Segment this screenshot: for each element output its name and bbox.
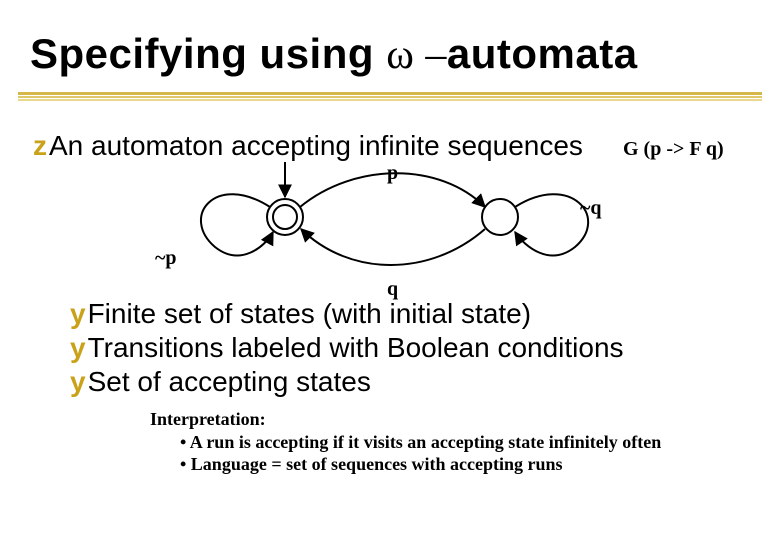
label-p: p xyxy=(387,162,398,185)
interpretation-line-2: • Language = set of sequences with accep… xyxy=(180,453,661,476)
interpretation-heading: Interpretation: xyxy=(150,408,661,431)
title-underline xyxy=(18,92,762,102)
title-pre: Specifying using xyxy=(30,30,386,77)
bullet-marker-y: y xyxy=(70,332,86,363)
title-omega: ω – xyxy=(386,32,447,78)
slide-title: Specifying using ω –automata xyxy=(30,30,638,79)
formula-text: G (p -> F q) xyxy=(623,138,724,161)
label-not-q: ~q xyxy=(580,197,602,220)
bullet-y-3-text: Set of accepting states xyxy=(88,366,371,397)
bullet-y-1-text: Finite set of states (with initial state… xyxy=(88,298,532,329)
title-post: automata xyxy=(447,30,638,77)
bullet-marker-z: z xyxy=(33,130,47,161)
interpretation-line-1: • A run is accepting if it visits an acc… xyxy=(180,431,661,454)
bullet-y-2: yTransitions labeled with Boolean condit… xyxy=(70,332,624,364)
bullet-marker-y: y xyxy=(70,366,86,397)
bullet-marker-y: y xyxy=(70,298,86,329)
bullet-y-2-text: Transitions labeled with Boolean conditi… xyxy=(88,332,624,363)
interpretation-block: Interpretation: • A run is accepting if … xyxy=(150,408,661,476)
bullet-y-3: ySet of accepting states xyxy=(70,366,371,398)
bullet-y-1: yFinite set of states (with initial stat… xyxy=(70,298,531,330)
label-not-p: ~p xyxy=(155,247,177,270)
bullet-main: zAn automaton accepting infinite sequenc… xyxy=(33,130,583,162)
slide: Specifying using ω –automata zAn automat… xyxy=(0,0,780,540)
bullet-main-text: An automaton accepting infinite sequence… xyxy=(49,130,583,161)
automaton-diagram: p q ~p ~q xyxy=(155,162,625,302)
